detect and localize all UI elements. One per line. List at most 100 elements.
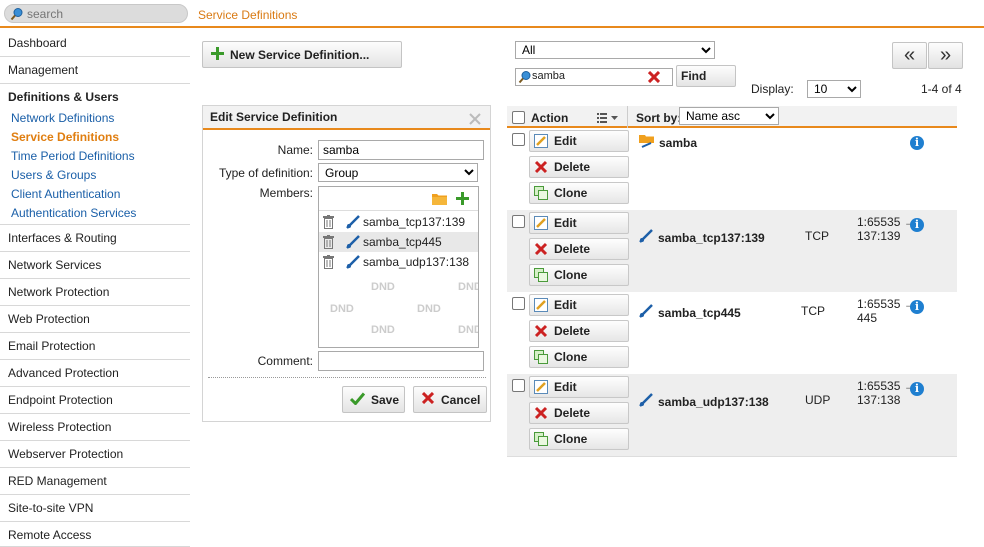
sidebar-item-interfaces-routing[interactable]: Interfaces & Routing: [0, 225, 190, 252]
row-checkbox[interactable]: [512, 133, 525, 146]
clone-button[interactable]: Clone: [529, 182, 629, 204]
sidebar-group-title[interactable]: Definitions & Users: [8, 90, 119, 104]
delete-label: Delete: [554, 406, 591, 420]
member-name: samba_tcp445: [363, 235, 442, 249]
row-name[interactable]: samba_tcp445: [639, 304, 741, 321]
row-protocol: UDP: [805, 393, 831, 407]
list-row: Edit Delete Clone samba_tcp445 TCP 1:655…: [507, 292, 957, 374]
edit-icon: [534, 134, 548, 148]
filter-select[interactable]: All: [515, 41, 715, 59]
add-member-icon[interactable]: [456, 192, 469, 208]
member-row[interactable]: samba_udp137:138: [319, 252, 478, 272]
sidebar-group-definitions: Definitions & Users Network Definitions …: [0, 84, 190, 225]
info-icon[interactable]: i: [910, 300, 924, 314]
clone-button[interactable]: Clone: [529, 428, 629, 450]
clone-button[interactable]: Clone: [529, 346, 629, 368]
sidebar-item-endpoint-protection[interactable]: Endpoint Protection: [0, 387, 190, 414]
list-search-value: samba: [532, 70, 566, 82]
member-row[interactable]: samba_tcp137:139: [319, 212, 478, 232]
delete-button[interactable]: Delete: [529, 238, 629, 260]
service-icon: [639, 304, 653, 321]
list-header: Action Sort by: Name asc: [507, 106, 957, 128]
sidebar-item-web-protection[interactable]: Web Protection: [0, 306, 190, 333]
close-icon[interactable]: [469, 110, 481, 132]
page-title: Service Definitions: [198, 8, 298, 22]
clone-icon: [534, 268, 548, 282]
edit-panel-title: Edit Service Definition: [210, 110, 338, 124]
save-button[interactable]: Save: [342, 386, 405, 413]
row-ports: 1:65535 → 445: [857, 297, 916, 325]
sidebar-item-site-to-site-vpn[interactable]: Site-to-site VPN: [0, 495, 190, 522]
new-service-definition-button[interactable]: New Service Definition...: [202, 41, 402, 68]
edit-label: Edit: [554, 134, 577, 148]
sidebar-sub-authentication-services[interactable]: Authentication Services: [11, 206, 136, 220]
sidebar-item-network-protection[interactable]: Network Protection: [0, 279, 190, 306]
type-select[interactable]: Group: [318, 163, 478, 182]
edit-button[interactable]: Edit: [529, 294, 629, 316]
search-input[interactable]: [27, 6, 182, 21]
sidebar-item-network-services[interactable]: Network Services: [0, 252, 190, 279]
sidebar-item-management[interactable]: Management: [0, 57, 190, 84]
sidebar-sub-service-definitions[interactable]: Service Definitions: [11, 130, 119, 144]
row-checkbox[interactable]: [512, 297, 525, 310]
sidebar-item-red-management[interactable]: RED Management: [0, 468, 190, 495]
edit-button[interactable]: Edit: [529, 212, 629, 234]
delete-button[interactable]: Delete: [529, 156, 629, 178]
row-name-text: samba_tcp137:139: [658, 230, 765, 245]
comment-field[interactable]: [318, 351, 484, 371]
sort-select[interactable]: Name asc: [679, 107, 779, 125]
list-search-box[interactable]: samba: [515, 68, 673, 86]
info-icon[interactable]: i: [910, 218, 924, 232]
list-icon[interactable]: [597, 112, 619, 126]
action-header-label: Action: [531, 111, 569, 125]
sidebar-item-email-protection[interactable]: Email Protection: [0, 333, 190, 360]
magnifier-icon: [10, 7, 24, 24]
info-icon[interactable]: i: [910, 382, 924, 396]
member-row[interactable]: samba_tcp445: [319, 232, 478, 252]
row-name-text: samba: [659, 135, 698, 150]
sidebar-sub-users-groups[interactable]: Users & Groups: [11, 168, 96, 182]
search-box[interactable]: [4, 4, 188, 23]
clear-search-icon[interactable]: [647, 70, 661, 86]
edit-button[interactable]: Edit: [529, 376, 629, 398]
clone-label: Clone: [554, 350, 588, 364]
cancel-button[interactable]: Delete Cancel: [413, 386, 487, 413]
edit-button[interactable]: Edit: [529, 130, 629, 152]
sidebar-sub-network-definitions[interactable]: Network Definitions: [11, 111, 114, 125]
members-box[interactable]: samba_tcp137:139 samba_tcp445 samba_udp1…: [318, 186, 479, 348]
row-checkbox[interactable]: [512, 379, 525, 392]
dnd-watermark: DND: [371, 324, 395, 336]
page-prev-button[interactable]: «: [892, 42, 927, 69]
clone-button[interactable]: Clone: [529, 264, 629, 286]
folder-icon[interactable]: [432, 192, 447, 208]
divider: [208, 377, 486, 378]
page-next-button[interactable]: »: [928, 42, 963, 69]
name-field[interactable]: [318, 140, 484, 160]
member-name: samba_udp137:138: [363, 255, 470, 269]
display-select[interactable]: 10: [807, 80, 861, 98]
sidebar-item-wireless-protection[interactable]: Wireless Protection: [0, 414, 190, 441]
delete-button[interactable]: Delete: [529, 402, 629, 424]
clone-icon: [534, 432, 548, 446]
row-protocol: TCP: [805, 229, 829, 243]
find-button[interactable]: Find: [676, 65, 736, 87]
row-name[interactable]: samba_tcp137:139: [639, 229, 765, 246]
service-icon: [639, 229, 653, 246]
select-all-checkbox[interactable]: [512, 111, 525, 124]
service-icon: [639, 393, 653, 410]
delete-icon: [534, 160, 548, 174]
delete-button[interactable]: Delete: [529, 320, 629, 342]
dnd-watermark: DND: [371, 281, 395, 293]
sidebar-item-remote-access[interactable]: Remote Access: [0, 522, 190, 547]
save-label: Save: [371, 392, 400, 407]
row-name[interactable]: samba: [639, 134, 697, 151]
info-icon[interactable]: i: [910, 136, 924, 150]
sidebar-item-webserver-protection[interactable]: Webserver Protection: [0, 441, 190, 468]
trash-icon[interactable]: [323, 255, 334, 275]
sidebar-item-dashboard[interactable]: Dashboard: [0, 30, 190, 57]
sidebar-item-advanced-protection[interactable]: Advanced Protection: [0, 360, 190, 387]
sidebar-sub-time-period-definitions[interactable]: Time Period Definitions: [11, 149, 135, 163]
row-checkbox[interactable]: [512, 215, 525, 228]
row-name[interactable]: samba_udp137:138: [639, 393, 769, 410]
sidebar-sub-client-authentication[interactable]: Client Authentication: [11, 187, 120, 201]
